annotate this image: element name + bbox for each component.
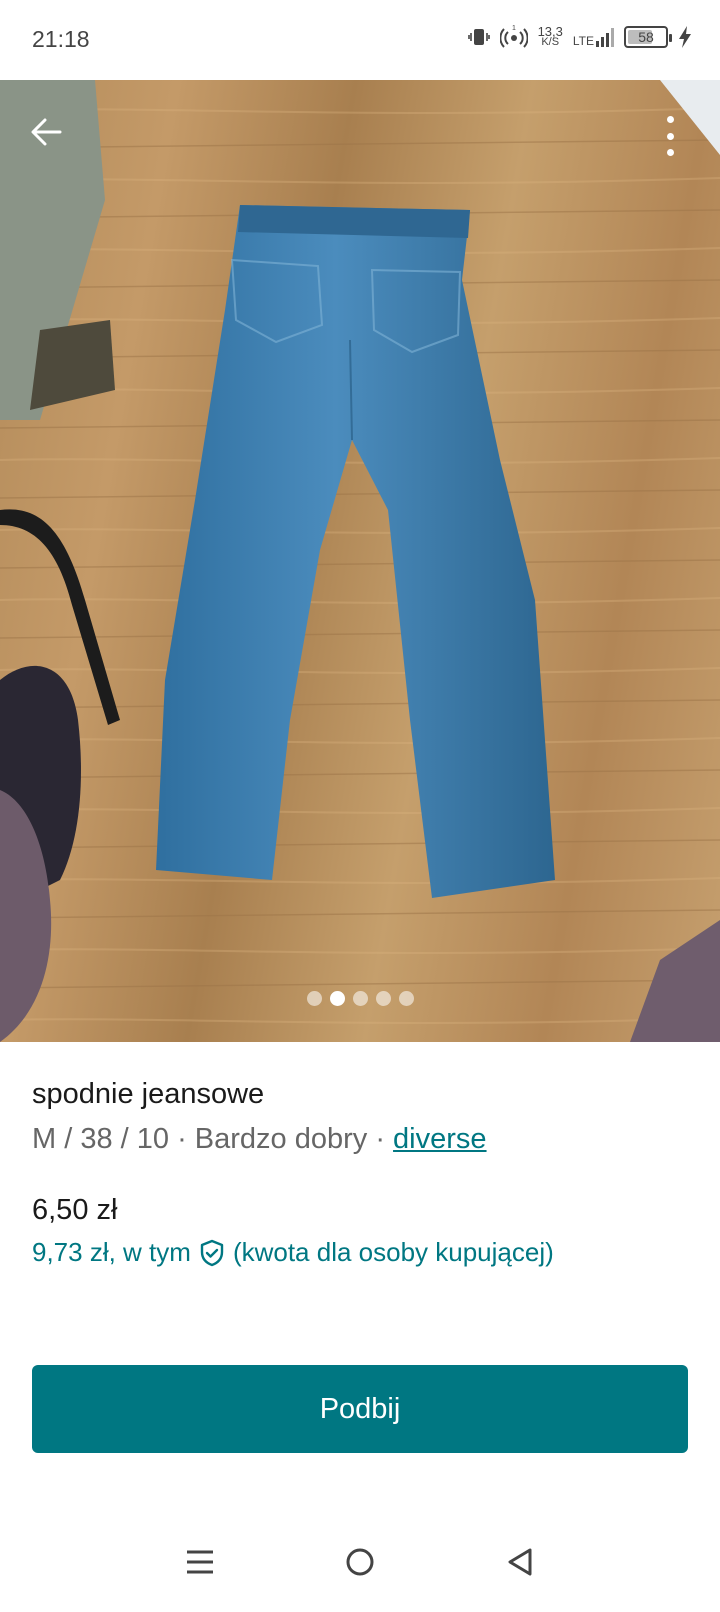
bump-button[interactable]: Podbij	[32, 1365, 688, 1453]
brand-link[interactable]: diverse	[393, 1123, 487, 1155]
hotspot-icon: 1	[499, 25, 528, 48]
signal-bars-icon	[596, 27, 614, 47]
triangle-back-icon	[508, 1548, 532, 1576]
home-button[interactable]	[340, 1542, 380, 1582]
listing-details: spodnie jeansowe M / 38 / 10 · Bardzo do…	[32, 1078, 688, 1268]
signal-indicator: LTE	[573, 27, 614, 47]
listing-title: spodnie jeansowe	[32, 1078, 265, 1110]
status-bar: 21:18 1 13,3 K/S LTE 58	[0, 0, 720, 80]
product-photo-carousel[interactable]	[0, 80, 720, 1042]
arrow-left-icon	[31, 118, 62, 146]
more-vertical-icon	[666, 116, 674, 123]
network-speed: 13,3 K/S	[537, 24, 563, 48]
photo-dot[interactable]	[375, 991, 391, 1006]
svg-text:1: 1	[512, 25, 516, 32]
charging-icon	[679, 26, 691, 48]
total-price-note: (kwota dla osoby kupującej)	[232, 1237, 554, 1267]
recent-apps-button[interactable]	[180, 1542, 220, 1582]
buyer-total-price[interactable]: 9,73 zł, w tym (kwota dla osoby kupujące…	[32, 1237, 688, 1268]
menu-icon	[187, 1550, 213, 1574]
photo-pagination	[0, 991, 720, 1006]
system-nav-bar	[0, 1512, 720, 1612]
circle-icon	[346, 1548, 374, 1576]
total-price-text: 9,73 zł, w tym	[32, 1237, 191, 1267]
more-options-button[interactable]	[660, 112, 680, 160]
photo-dot[interactable]	[306, 991, 322, 1006]
status-time: 21:18	[32, 26, 90, 52]
status-icons: 1 13,3 K/S LTE 58	[467, 24, 692, 50]
shield-check-icon	[200, 1239, 224, 1266]
photo-dot-active[interactable]	[329, 991, 345, 1006]
network-type: LTE	[572, 34, 594, 48]
photo-dot[interactable]	[398, 991, 414, 1006]
listing-meta: M / 38 / 10 · Bardzo dobry · diverse	[32, 1123, 688, 1156]
item-price: 6,50 zł	[32, 1194, 118, 1226]
vibrate-icon	[467, 29, 490, 45]
photo-dot[interactable]	[352, 991, 368, 1006]
product-photo	[0, 80, 720, 1042]
system-back-button[interactable]	[500, 1542, 540, 1582]
back-button[interactable]	[26, 112, 66, 152]
size-condition: M / 38 / 10 · Bardzo dobry ·	[32, 1123, 394, 1155]
battery-indicator: 58	[624, 26, 672, 48]
battery-level: 58	[638, 29, 654, 45]
